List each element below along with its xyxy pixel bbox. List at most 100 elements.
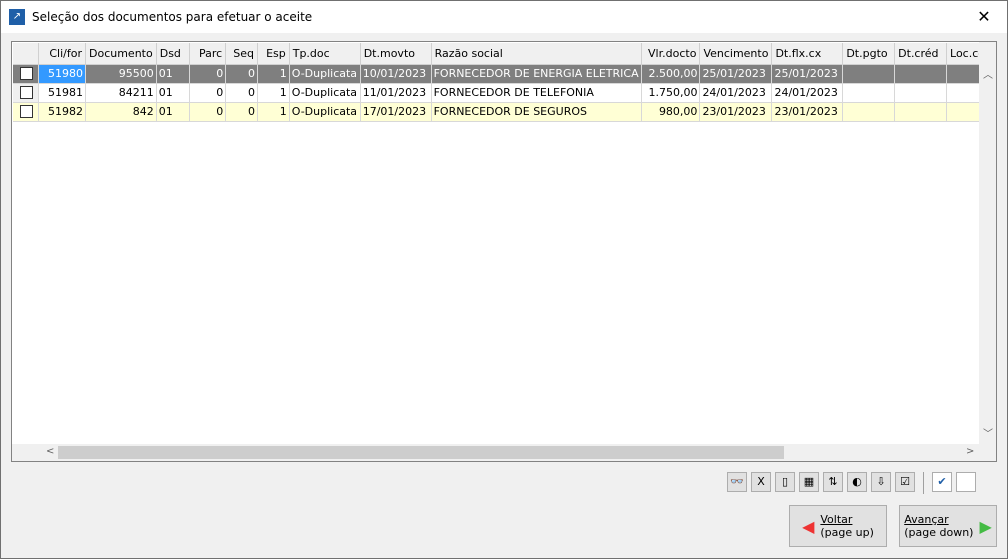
table-cell[interactable]	[842, 83, 896, 103]
arrow-left-icon: ◀	[802, 516, 815, 536]
table-cell[interactable]: 24/01/2023	[699, 83, 773, 103]
table-cell[interactable]: 980,00	[641, 102, 701, 122]
binoculars-icon: 👓	[730, 475, 744, 488]
table-cell[interactable]: 95500	[85, 64, 157, 84]
table-cell[interactable]	[894, 64, 947, 84]
table-cell[interactable]	[842, 102, 896, 122]
back-button[interactable]: ◀ Voltar (page up)	[789, 505, 887, 547]
binoculars-button[interactable]: 👓	[727, 472, 747, 492]
column-header[interactable]: Tp.doc	[289, 43, 361, 65]
column-header[interactable]: Esp	[257, 43, 290, 65]
scroll-left-icon[interactable]: <	[46, 446, 54, 457]
column-header[interactable]: Cli/for	[38, 43, 86, 65]
table-cell[interactable]: 0	[189, 83, 227, 103]
column-header[interactable]: Dt.movto	[360, 43, 432, 65]
table-cell[interactable]: 25/01/2023	[699, 64, 773, 84]
table-cell[interactable]: 84211	[85, 83, 157, 103]
table-cell[interactable]: 01	[156, 64, 190, 84]
table-cell[interactable]: 51980	[38, 64, 86, 84]
table-cell[interactable]: FORNECEDOR DE TELEFONIA	[431, 83, 642, 103]
table-row[interactable]: 51981 84211 01 0 0 1 O-Duplicata 11/01/2023 FORN…	[13, 83, 996, 103]
column-header[interactable]: Vlr.docto	[641, 43, 701, 65]
table-cell[interactable]: 1.750,00	[641, 83, 701, 103]
table-cell[interactable]: 24/01/2023	[771, 83, 844, 103]
toolbar: 👓 X ▯ ▦ ⇅ ◐ ⇩ ☑ ✔	[727, 472, 976, 494]
column-header[interactable]: Seq	[225, 43, 258, 65]
column-header[interactable]: Parc	[189, 43, 227, 65]
table-cell[interactable]: 23/01/2023	[771, 102, 844, 122]
table-cell[interactable]: 01	[156, 102, 190, 122]
table-cell[interactable]: 1	[257, 83, 290, 103]
table-cell[interactable]	[842, 64, 896, 84]
table-cell[interactable]: 1	[257, 64, 290, 84]
table-cell[interactable]: 17/01/2023	[360, 102, 432, 122]
next-button[interactable]: Avançar (page down) ▶	[899, 505, 997, 547]
vertical-scrollbar[interactable]: ︿ ﹀	[979, 42, 996, 444]
row-checkbox[interactable]	[20, 67, 33, 81]
scroll-right-icon[interactable]: >	[966, 446, 974, 457]
excel-button[interactable]: X	[751, 472, 771, 492]
row-checkbox[interactable]	[20, 86, 33, 100]
deselect-all-checkbox[interactable]	[956, 472, 976, 492]
document-icon: ▯	[781, 475, 789, 488]
download-icon: ⇩	[876, 475, 886, 488]
column-header[interactable]	[13, 43, 40, 65]
table-cell[interactable]: 0	[189, 102, 227, 122]
table-cell[interactable]: 1	[257, 102, 290, 122]
table-cell[interactable]: 11/01/2023	[360, 83, 432, 103]
toolbar-separator	[923, 472, 924, 494]
column-header[interactable]: Razão social	[431, 43, 642, 65]
column-header[interactable]: Documento	[85, 43, 157, 65]
table-cell[interactable]: 0	[189, 64, 227, 84]
sort-icon: ⇅	[828, 475, 838, 488]
column-header[interactable]: Dt.créd	[894, 43, 947, 65]
select-all-checkbox[interactable]: ✔	[932, 472, 952, 492]
table-cell[interactable]: 2.500,00	[641, 64, 701, 84]
download-button[interactable]: ⇩	[871, 472, 891, 492]
table-row[interactable]: 51980 95500 01 0 0 1 O-Duplicata 10/01/2023 FORN…	[13, 64, 996, 84]
table-cell[interactable]	[894, 102, 947, 122]
table-cell[interactable]: FORNECEDOR DE ENERGIA ELETRICA	[431, 64, 642, 84]
palette-icon: ◐	[852, 475, 862, 488]
table-cell[interactable]: 0	[225, 102, 258, 122]
scroll-down-icon[interactable]: ﹀	[983, 425, 993, 440]
sort-button[interactable]: ⇅	[823, 472, 843, 492]
row-checkbox[interactable]	[20, 105, 33, 119]
column-header[interactable]: Dt.pgto	[842, 43, 896, 65]
horizontal-scrollbar[interactable]: < >	[12, 444, 980, 461]
document-button[interactable]: ▯	[775, 472, 795, 492]
arrow-right-icon: ▶	[979, 516, 992, 536]
table-cell[interactable]: O-Duplicata	[289, 64, 361, 84]
table-cell[interactable]: 842	[85, 102, 157, 122]
table-cell[interactable]: 51982	[38, 102, 86, 122]
column-header[interactable]: Vencimento	[699, 43, 773, 65]
palette-button[interactable]: ◐	[847, 472, 867, 492]
table-cell[interactable]: 10/01/2023	[360, 64, 432, 84]
documents-grid: Cli/for Documento Dsd Parc Seq Esp Tp.doc Dt.mo…	[11, 41, 997, 462]
table-cell[interactable]: 51981	[38, 83, 86, 103]
column-header[interactable]: Dt.flx.cx	[771, 43, 844, 65]
table-cell[interactable]: 01	[156, 83, 190, 103]
table-cell[interactable]: O-Duplicata	[289, 102, 361, 122]
next-label: Avançar	[904, 513, 949, 526]
table-cell[interactable]: 0	[225, 64, 258, 84]
scroll-up-icon[interactable]: ︿	[983, 66, 993, 81]
back-label: Voltar	[820, 513, 853, 526]
checklist-button[interactable]: ☑	[895, 472, 915, 492]
excel-icon: X	[757, 475, 765, 488]
calendar-hand-icon: ▦	[803, 475, 815, 488]
documents-table: Cli/for Documento Dsd Parc Seq Esp Tp.doc Dt.mo…	[13, 43, 996, 122]
scroll-corner	[979, 444, 996, 461]
close-button[interactable]: ✕	[969, 7, 999, 27]
table-cell[interactable]: FORNECEDOR DE SEGUROS	[431, 102, 642, 122]
table-row[interactable]: 51982 842 01 0 0 1 O-Duplicata 17/01/2023 FORNEC…	[13, 102, 996, 122]
table-cell[interactable]: 25/01/2023	[771, 64, 844, 84]
row-checkbox-cell	[13, 83, 40, 103]
horizontal-scroll-thumb[interactable]	[58, 446, 784, 459]
table-cell[interactable]: 0	[225, 83, 258, 103]
table-cell[interactable]: O-Duplicata	[289, 83, 361, 103]
column-header[interactable]: Dsd	[156, 43, 190, 65]
calendar-hand-button[interactable]: ▦	[799, 472, 819, 492]
table-cell[interactable]: 23/01/2023	[699, 102, 773, 122]
table-cell[interactable]	[894, 83, 947, 103]
